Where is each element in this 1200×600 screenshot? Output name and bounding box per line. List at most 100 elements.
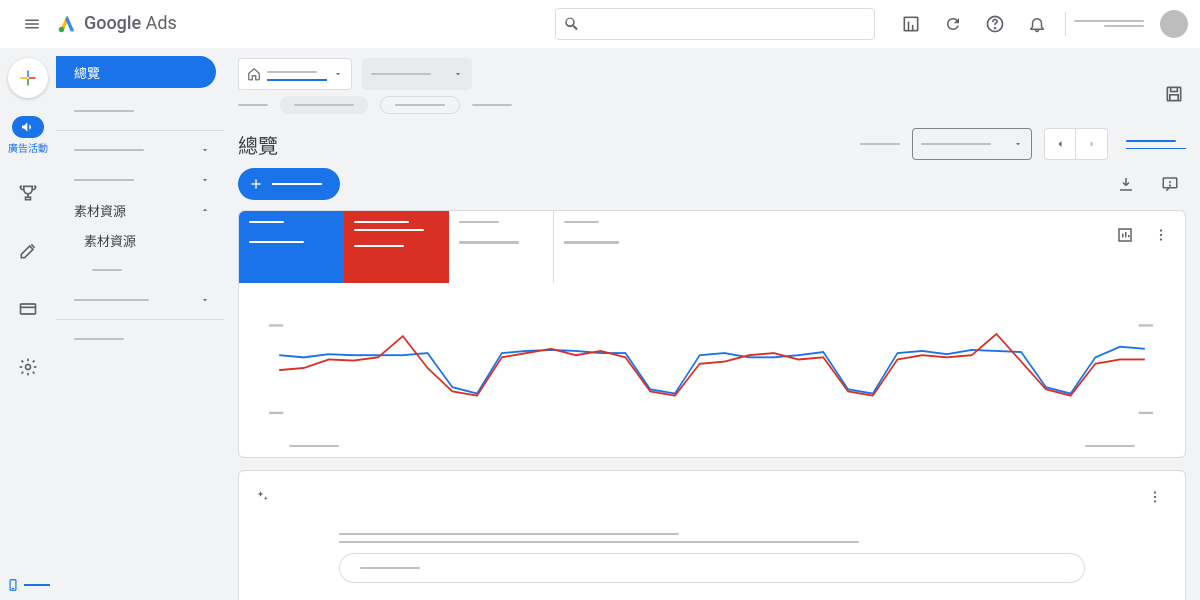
sidebar-item[interactable] bbox=[56, 135, 224, 165]
download-button[interactable] bbox=[1110, 168, 1142, 200]
help-icon bbox=[985, 14, 1005, 34]
product-name: Google Ads bbox=[84, 13, 177, 34]
chart-x-axis bbox=[239, 445, 1185, 457]
card-menu-button[interactable] bbox=[1145, 219, 1177, 251]
sidebar-overview-label: 總覽 bbox=[74, 63, 100, 82]
main-content: 總覽 bbox=[224, 48, 1200, 600]
create-button[interactable] bbox=[8, 58, 48, 98]
device-icon bbox=[6, 578, 20, 592]
refresh-icon bbox=[944, 15, 962, 33]
chevron-up-icon bbox=[200, 205, 210, 215]
ads-logo-icon bbox=[56, 13, 78, 35]
page-title: 總覽 bbox=[238, 130, 278, 159]
new-campaign-button[interactable] bbox=[238, 168, 340, 200]
account-name-placeholder bbox=[1074, 20, 1144, 22]
download-icon bbox=[1117, 175, 1135, 193]
page-title-row: 總覽 bbox=[224, 120, 1200, 164]
rail-tools[interactable] bbox=[8, 231, 48, 271]
date-label bbox=[860, 143, 900, 145]
nav-rail: 廣告活動 bbox=[0, 48, 56, 600]
chevron-down-icon bbox=[200, 175, 210, 185]
more-vert-icon bbox=[1146, 488, 1164, 506]
account-id-placeholder bbox=[1104, 25, 1144, 27]
insights-body bbox=[239, 523, 1185, 600]
date-prev-button[interactable] bbox=[1044, 128, 1076, 160]
main-menu-button[interactable] bbox=[12, 4, 52, 44]
performance-card bbox=[238, 210, 1186, 458]
compare-toggle[interactable] bbox=[1126, 140, 1186, 149]
scope-selector-account[interactable] bbox=[238, 58, 352, 90]
sidebar-assets-item-label: 素材資源 bbox=[84, 231, 136, 250]
crumb-label bbox=[238, 104, 268, 106]
sidebar-item[interactable] bbox=[56, 285, 224, 315]
megaphone-icon bbox=[20, 119, 36, 135]
sidebar-overview-active[interactable]: 總覽 bbox=[56, 56, 216, 88]
header-separator bbox=[1065, 12, 1066, 36]
metric-tab-3[interactable] bbox=[449, 211, 554, 283]
metric-tab-1[interactable] bbox=[239, 211, 344, 283]
rail-admin[interactable] bbox=[8, 347, 48, 387]
plus-icon bbox=[248, 176, 264, 192]
rail-campaigns[interactable]: 廣告活動 bbox=[0, 116, 56, 155]
feedback-button[interactable] bbox=[1154, 168, 1186, 200]
sidebar-assets-item[interactable]: 素材資源 bbox=[56, 225, 224, 255]
breadcrumb-row bbox=[224, 90, 1200, 120]
bell-icon bbox=[1028, 15, 1046, 33]
sidebar-item[interactable] bbox=[56, 255, 224, 285]
help-button[interactable] bbox=[975, 4, 1015, 44]
chevron-down-icon bbox=[333, 69, 343, 79]
sparkle-icon bbox=[253, 488, 271, 506]
sidebar-item[interactable] bbox=[56, 165, 224, 195]
chevron-down-icon bbox=[200, 295, 210, 305]
filter-chip[interactable] bbox=[280, 96, 368, 114]
save-view-button[interactable] bbox=[1164, 84, 1184, 104]
feedback-icon bbox=[1161, 175, 1179, 193]
metric-tab-4[interactable] bbox=[554, 211, 659, 283]
chevron-down-icon bbox=[200, 145, 210, 155]
plus-multicolor-icon bbox=[18, 68, 38, 88]
date-next-button[interactable] bbox=[1076, 128, 1108, 160]
insights-card bbox=[238, 470, 1186, 600]
home-icon bbox=[247, 67, 261, 81]
insights-menu-button[interactable] bbox=[1139, 481, 1171, 513]
scope-filter-row bbox=[224, 48, 1200, 90]
chevron-down-icon bbox=[1013, 139, 1023, 149]
action-row bbox=[224, 164, 1200, 210]
search-input[interactable] bbox=[555, 8, 875, 40]
scope-selector-campaign[interactable] bbox=[362, 58, 472, 90]
account-switcher[interactable] bbox=[1074, 20, 1144, 27]
sidebar-assets-label: 素材資源 bbox=[74, 201, 126, 220]
rail-footer-link[interactable] bbox=[0, 578, 56, 592]
sidebar-item[interactable] bbox=[56, 96, 224, 126]
product-logo[interactable]: Google Ads bbox=[56, 13, 177, 35]
line-chart bbox=[269, 303, 1155, 433]
header-actions bbox=[891, 4, 1057, 44]
search-icon bbox=[564, 16, 580, 32]
filter-chip[interactable] bbox=[380, 96, 460, 114]
credit-card-icon bbox=[18, 299, 38, 319]
date-range-selector[interactable] bbox=[912, 128, 1032, 160]
rail-billing[interactable] bbox=[8, 289, 48, 329]
trophy-icon bbox=[18, 183, 38, 203]
insights-header bbox=[239, 471, 1185, 523]
metric-tabs bbox=[239, 211, 1185, 283]
more-vert-icon bbox=[1152, 226, 1170, 244]
gear-icon bbox=[18, 357, 38, 377]
bar-chart-icon bbox=[1116, 226, 1134, 244]
user-avatar[interactable] bbox=[1160, 10, 1188, 38]
hamburger-icon bbox=[23, 15, 41, 33]
add-btn-label bbox=[272, 183, 322, 185]
insights-suggestion-chip[interactable] bbox=[339, 553, 1085, 583]
chevron-right-icon bbox=[1086, 138, 1098, 150]
rail-goals[interactable] bbox=[8, 173, 48, 213]
crumb-label bbox=[472, 104, 512, 106]
refresh-button[interactable] bbox=[933, 4, 973, 44]
metric-tab-2[interactable] bbox=[344, 211, 449, 283]
chevron-left-icon bbox=[1054, 138, 1066, 150]
reports-button[interactable] bbox=[891, 4, 931, 44]
expand-chart-button[interactable] bbox=[1109, 219, 1141, 251]
sidebar-item[interactable] bbox=[56, 324, 224, 354]
sidebar-assets-group[interactable]: 素材資源 bbox=[56, 195, 224, 225]
chart-area bbox=[239, 283, 1185, 445]
notifications-button[interactable] bbox=[1017, 4, 1057, 44]
